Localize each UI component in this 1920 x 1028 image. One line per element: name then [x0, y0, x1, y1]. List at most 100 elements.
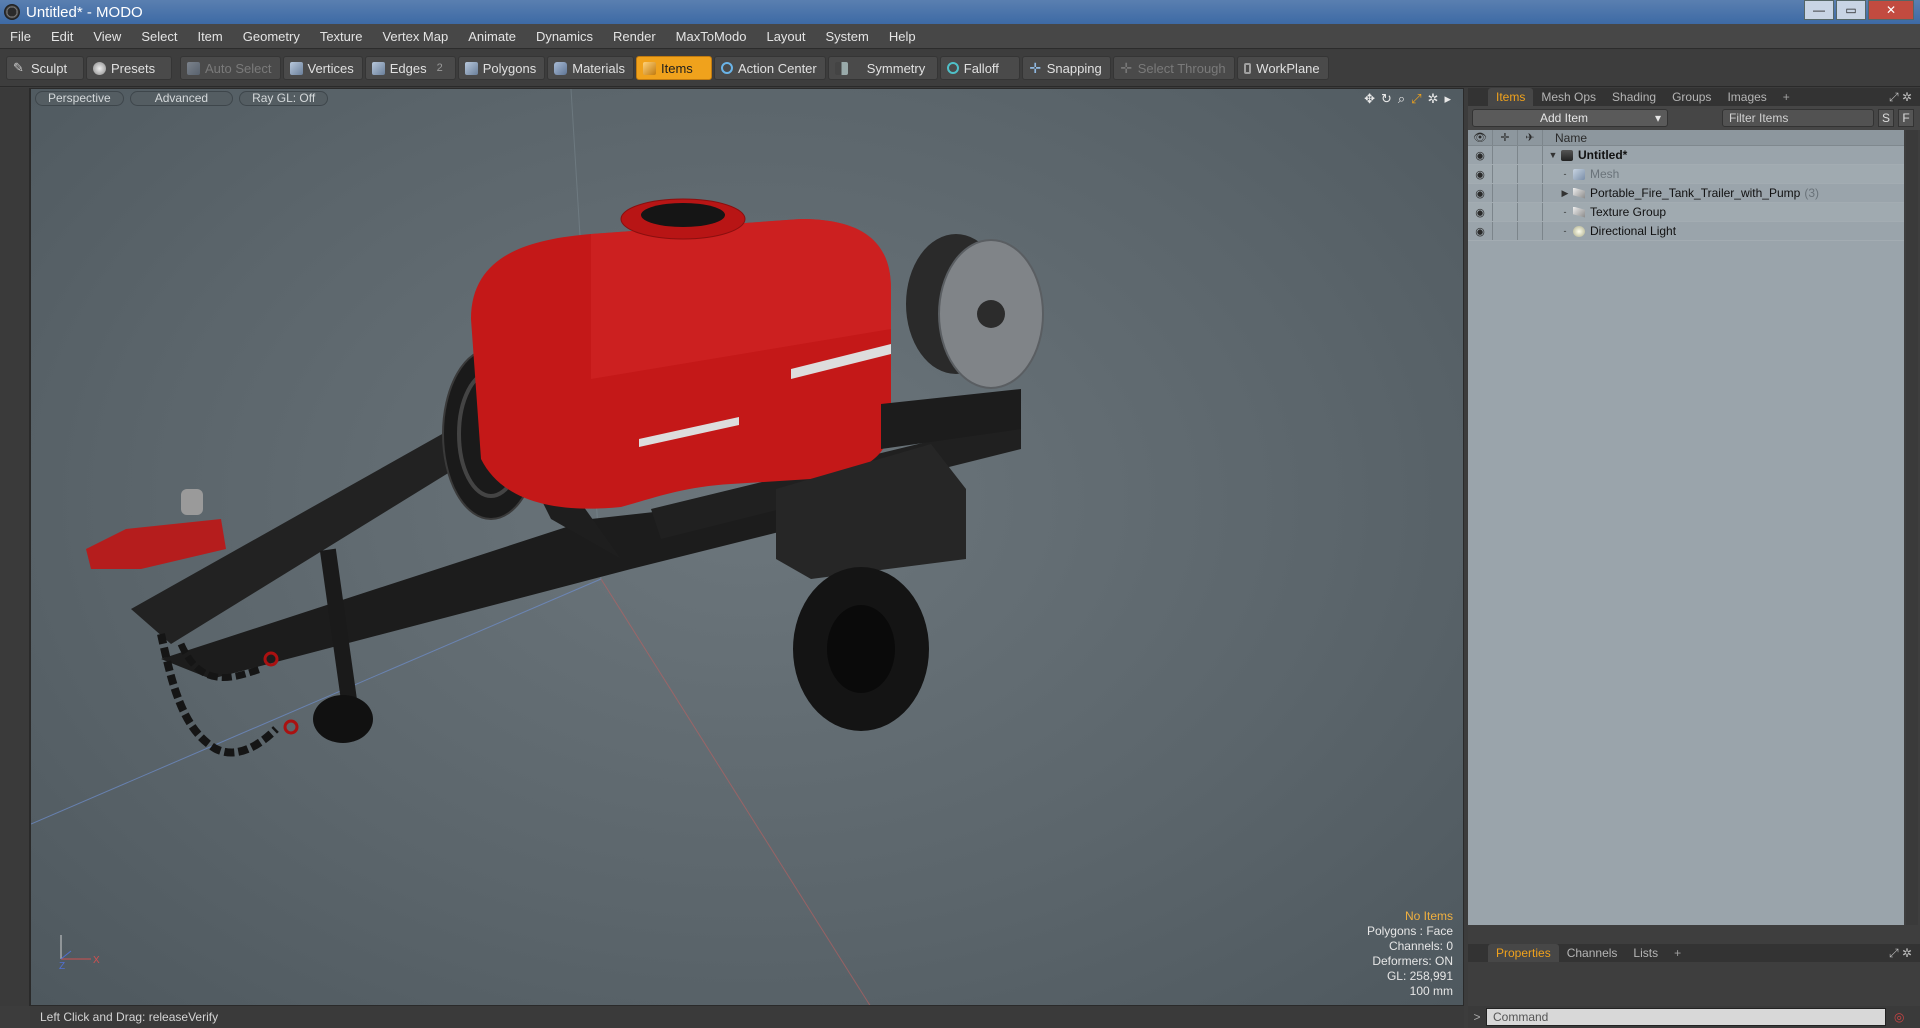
- tab-shading[interactable]: Shading: [1604, 88, 1664, 106]
- edges-button[interactable]: Edges 2: [364, 56, 456, 80]
- menu-dynamics[interactable]: Dynamics: [526, 29, 603, 44]
- sculpt-button[interactable]: ✎ Sculpt: [6, 56, 84, 80]
- menu-help[interactable]: Help: [879, 29, 926, 44]
- filter-items-input[interactable]: Filter Items: [1722, 109, 1874, 127]
- command-history-icon[interactable]: ◎: [1894, 1010, 1904, 1024]
- menu-system[interactable]: System: [816, 29, 879, 44]
- scene-render: X Z: [31, 89, 1044, 1005]
- stats-deformers: Deformers: ON: [1372, 954, 1453, 968]
- presets-button[interactable]: Presets: [86, 56, 172, 80]
- list-item[interactable]: ◉ ▶ Portable_Fire_Tank_Trailer_with_Pump(…: [1468, 184, 1904, 203]
- viewport-settings-icon[interactable]: ✲: [1428, 91, 1439, 107]
- minimize-button[interactable]: —: [1804, 0, 1834, 20]
- menu-view[interactable]: View: [83, 29, 131, 44]
- falloff-icon: [946, 62, 959, 74]
- auto-select-button[interactable]: Auto Select: [180, 56, 281, 80]
- menu-item[interactable]: Item: [187, 29, 232, 44]
- symmetry-icon: [834, 61, 848, 75]
- menu-select[interactable]: Select: [131, 29, 187, 44]
- name-column-header[interactable]: Name: [1555, 131, 1587, 145]
- viewport-header: Perspective Advanced Ray GL: Off: [31, 89, 1463, 107]
- eye-icon[interactable]: ◉: [1468, 149, 1492, 162]
- pan-icon[interactable]: ✥: [1364, 91, 1375, 107]
- wheel-rim: [827, 605, 895, 693]
- scene-icon: [1561, 149, 1573, 161]
- list-item[interactable]: ◉ - Texture Group: [1468, 203, 1904, 222]
- materials-button[interactable]: Materials: [547, 56, 634, 80]
- add-item-button[interactable]: Add Item ▾: [1472, 109, 1668, 127]
- falloff-button[interactable]: Falloff: [939, 56, 1020, 80]
- viewport-stats: No Items Polygons : Face Channels: 0 Def…: [1367, 909, 1453, 999]
- add-tab-icon[interactable]: +: [1666, 944, 1689, 962]
- workplane-button[interactable]: WorkPlane: [1236, 56, 1329, 80]
- 3d-viewport[interactable]: X Z Perspective Advanced Ray GL: Off ✥ ↻…: [30, 88, 1464, 1006]
- edges-icon: [371, 61, 385, 75]
- panel-expand-icon[interactable]: ⤢ ✲: [1881, 88, 1920, 106]
- list-item[interactable]: ◉ - Directional Light: [1468, 222, 1904, 241]
- menu-file[interactable]: File: [0, 29, 41, 44]
- tab-channels[interactable]: Channels: [1559, 944, 1626, 962]
- select-through-button[interactable]: ✛ Select Through: [1112, 56, 1235, 80]
- group-icon: [1573, 187, 1585, 199]
- tab-properties[interactable]: Properties: [1488, 944, 1559, 962]
- tab-items[interactable]: Items: [1488, 88, 1534, 106]
- close-button[interactable]: ✕: [1868, 0, 1914, 20]
- items-panel-tabs: Items Mesh Ops Shading Groups Images + ⤢…: [1468, 88, 1920, 106]
- stats-gl: GL: 258,991: [1386, 969, 1453, 983]
- menu-vertex-map[interactable]: Vertex Map: [372, 29, 458, 44]
- menu-bar: File Edit View Select Item Geometry Text…: [0, 24, 1920, 49]
- menu-maxtomodo[interactable]: MaxToModo: [666, 29, 757, 44]
- items-button[interactable]: Items: [635, 56, 712, 80]
- list-item[interactable]: ◉ - Mesh: [1468, 165, 1904, 184]
- ray-gl-toggle[interactable]: Ray GL: Off: [239, 90, 329, 106]
- f-button[interactable]: F: [1898, 109, 1914, 127]
- vertices-button[interactable]: Vertices: [282, 56, 363, 80]
- maximize-button[interactable]: ▭: [1836, 0, 1866, 20]
- symmetry-button[interactable]: Symmetry: [827, 56, 938, 80]
- rotate-icon[interactable]: ↻: [1381, 91, 1392, 107]
- stats-channels: Channels: 0: [1388, 939, 1453, 953]
- eye-icon[interactable]: ◉: [1468, 206, 1492, 219]
- command-bar: > Command ◎: [1468, 1006, 1920, 1028]
- menu-layout[interactable]: Layout: [756, 29, 815, 44]
- cube-icon: [187, 61, 200, 75]
- zoom-icon[interactable]: ⌕: [1398, 91, 1405, 107]
- stats-scale: 100 mm: [1409, 984, 1453, 998]
- snapping-icon: ✛: [1029, 59, 1042, 76]
- eye-icon[interactable]: ◉: [1468, 225, 1492, 238]
- collapse-arrow-icon[interactable]: ▼: [1547, 150, 1559, 160]
- fit-icon[interactable]: ⤢: [1411, 91, 1421, 107]
- action-center-button[interactable]: Action Center: [713, 56, 826, 80]
- tab-groups[interactable]: Groups: [1664, 88, 1719, 106]
- render-column-icon[interactable]: ✈: [1518, 131, 1542, 144]
- tab-images[interactable]: Images: [1719, 88, 1774, 106]
- item-list: 👁 ✛ ✈ Name ◉ ▼ Untitled* ◉ - Mesh ◉ ▶ Porta…: [1468, 130, 1904, 925]
- add-tab-icon[interactable]: +: [1775, 88, 1798, 106]
- menu-texture[interactable]: Texture: [310, 29, 373, 44]
- s-button[interactable]: S: [1878, 109, 1894, 127]
- item-list-scrollbar[interactable]: [1906, 130, 1918, 925]
- panel-expand-icon[interactable]: ⤢ ✲: [1881, 944, 1920, 962]
- expand-arrow-icon[interactable]: ▶: [1559, 188, 1571, 199]
- lock-column-icon[interactable]: ✛: [1493, 131, 1517, 144]
- viewport-shading-dropdown[interactable]: Advanced: [129, 90, 234, 106]
- list-item[interactable]: ◉ ▼ Untitled*: [1468, 146, 1904, 165]
- gizmo-z: [60, 950, 72, 960]
- viewport-perspective-dropdown[interactable]: Perspective: [35, 90, 124, 106]
- visibility-column-icon[interactable]: 👁: [1468, 131, 1492, 144]
- eye-icon[interactable]: ◉: [1468, 187, 1492, 200]
- tab-mesh-ops[interactable]: Mesh Ops: [1533, 88, 1604, 106]
- snapping-button[interactable]: ✛ Snapping: [1021, 56, 1111, 80]
- viewport-menu-icon[interactable]: ▸: [1444, 91, 1451, 107]
- menu-animate[interactable]: Animate: [458, 29, 526, 44]
- polygons-button[interactable]: Polygons: [457, 56, 546, 80]
- item-list-header: 👁 ✛ ✈ Name: [1468, 130, 1904, 146]
- chain-hook-2: [283, 719, 299, 735]
- stats-polygons: Polygons : Face: [1366, 924, 1453, 938]
- tab-lists[interactable]: Lists: [1625, 944, 1666, 962]
- command-input[interactable]: Command: [1486, 1008, 1886, 1026]
- eye-icon[interactable]: ◉: [1468, 168, 1492, 181]
- menu-edit[interactable]: Edit: [41, 29, 83, 44]
- menu-geometry[interactable]: Geometry: [233, 29, 310, 44]
- menu-render[interactable]: Render: [603, 29, 666, 44]
